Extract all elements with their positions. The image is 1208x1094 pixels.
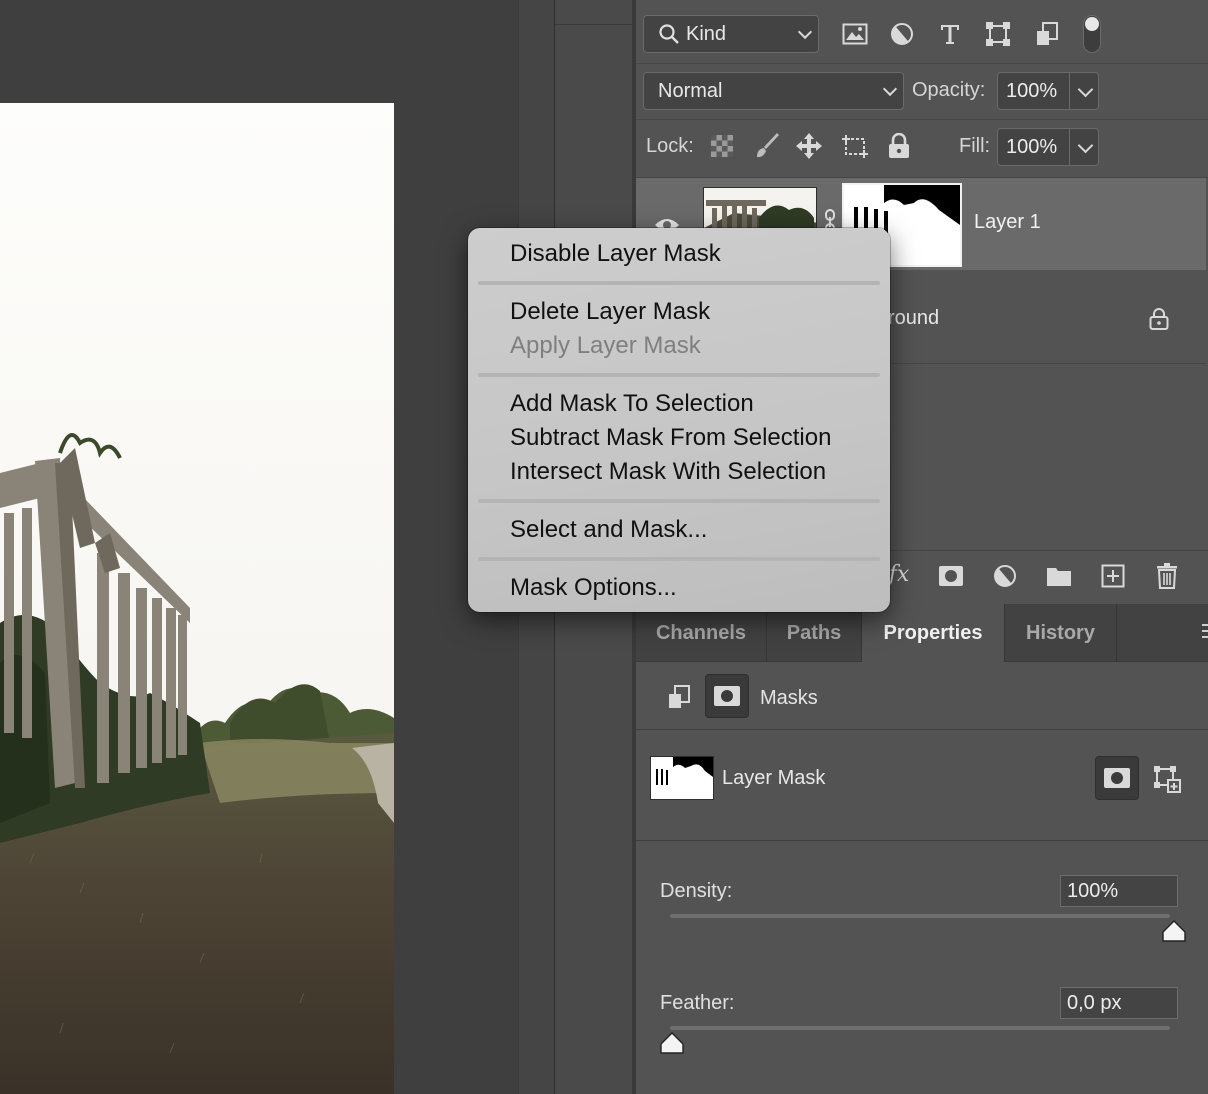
density-slider-thumb[interactable] <box>1162 920 1186 942</box>
layer-1-name[interactable]: Layer 1 <box>974 211 1041 234</box>
layer-mask-name: Layer Mask <box>722 767 826 789</box>
menu-item-disable-layer-mask[interactable]: Disable Layer Mask <box>510 239 721 269</box>
density-input[interactable]: 100% <box>1060 875 1178 907</box>
feather-slider-thumb[interactable] <box>660 1032 684 1054</box>
lock-all-icon[interactable] <box>886 131 912 161</box>
menu-item-subtract-mask-from-selection[interactable]: Subtract Mask From Selection <box>510 423 831 453</box>
fill-dropdown-arrow[interactable] <box>1069 128 1099 166</box>
tab-paths[interactable]: Paths <box>767 604 862 662</box>
blend-row: Normal Opacity: 100% <box>636 64 1208 120</box>
panel-menu-icon[interactable] <box>1202 624 1208 640</box>
opacity-input[interactable]: 100% <box>997 72 1070 110</box>
layer-mask-context-menu: Disable Layer Mask Delete Layer Mask App… <box>468 228 890 612</box>
lock-artboard-icon[interactable] <box>840 131 870 161</box>
add-mask-icon[interactable] <box>936 561 966 591</box>
layer-mask-preview <box>650 756 714 800</box>
fill-input[interactable]: 100% <box>997 128 1070 166</box>
document-image[interactable] <box>0 103 394 1094</box>
folder-icon[interactable] <box>1044 561 1074 591</box>
tab-channels[interactable]: Channels <box>636 604 767 662</box>
opacity-label: Opacity: <box>912 79 986 101</box>
lock-row: Lock: Fill: 100% <box>636 120 1208 178</box>
opacity-dropdown-arrow[interactable] <box>1069 72 1099 110</box>
feather-slider-track[interactable] <box>670 1026 1170 1030</box>
tab-history[interactable]: History <box>1005 604 1117 662</box>
shape-filter-icon[interactable] <box>983 20 1013 48</box>
blend-mode-value: Normal <box>658 79 723 102</box>
lock-label: Lock: <box>646 135 694 157</box>
layer-filter-row: Kind <box>636 0 1208 64</box>
feather-label: Feather: <box>660 992 735 1014</box>
lock-pixels-brush-icon[interactable] <box>754 132 782 160</box>
menu-separator <box>478 557 880 561</box>
properties-panel: Channels Paths Properties History Masks … <box>636 604 1208 1094</box>
menu-item-mask-options[interactable]: Mask Options... <box>510 573 677 603</box>
menu-separator <box>478 373 880 377</box>
menu-separator <box>478 281 880 285</box>
masks-section-label: Masks <box>760 687 818 709</box>
menu-separator <box>478 499 880 503</box>
smart-object-filter-icon[interactable] <box>1032 20 1062 48</box>
adjustment-filter-icon[interactable] <box>887 20 917 48</box>
blend-mode-dropdown[interactable]: Normal <box>643 72 904 110</box>
image-filter-icon[interactable] <box>840 20 870 48</box>
density-slider-track[interactable] <box>670 914 1170 918</box>
new-layer-icon[interactable] <box>1098 561 1128 591</box>
add-vector-mask-icon[interactable] <box>1152 764 1182 794</box>
masks-section-icon <box>705 674 749 718</box>
canvas-area[interactable] <box>0 0 518 1094</box>
menu-item-select-and-mask[interactable]: Select and Mask... <box>510 515 707 545</box>
lock-position-icon[interactable] <box>794 131 824 161</box>
trash-icon[interactable] <box>1152 561 1182 591</box>
pixel-mask-button[interactable] <box>1095 756 1139 800</box>
adjustment-layer-icon[interactable] <box>990 561 1020 591</box>
background-layer-name[interactable]: round <box>888 307 939 330</box>
density-label: Density: <box>660 880 733 902</box>
lock-transparency-icon[interactable] <box>710 134 734 158</box>
search-icon <box>659 24 679 44</box>
fill-label: Fill: <box>959 135 991 157</box>
type-filter-icon[interactable] <box>935 20 965 48</box>
filter-kind-dropdown[interactable]: Kind <box>643 15 819 53</box>
photoshop-window: Kind Normal Opacity: 100% Lock: Fill: 10… <box>0 0 1208 1094</box>
menu-item-intersect-mask-with-selection[interactable]: Intersect Mask With Selection <box>510 457 826 487</box>
panel-tabs: Channels Paths Properties History <box>636 604 1208 662</box>
feather-input[interactable]: 0,0 px <box>1060 987 1178 1019</box>
filter-toggle[interactable] <box>1083 15 1101 53</box>
menu-item-add-mask-to-selection[interactable]: Add Mask To Selection <box>510 389 754 419</box>
tab-properties[interactable]: Properties <box>862 604 1005 662</box>
pixel-mask-select-icon[interactable] <box>666 684 692 710</box>
menu-item-apply-layer-mask: Apply Layer Mask <box>510 332 701 359</box>
filter-kind-label: Kind <box>686 22 727 45</box>
menu-item-delete-layer-mask[interactable]: Delete Layer Mask <box>510 297 710 327</box>
background-lock-icon <box>1148 306 1170 332</box>
